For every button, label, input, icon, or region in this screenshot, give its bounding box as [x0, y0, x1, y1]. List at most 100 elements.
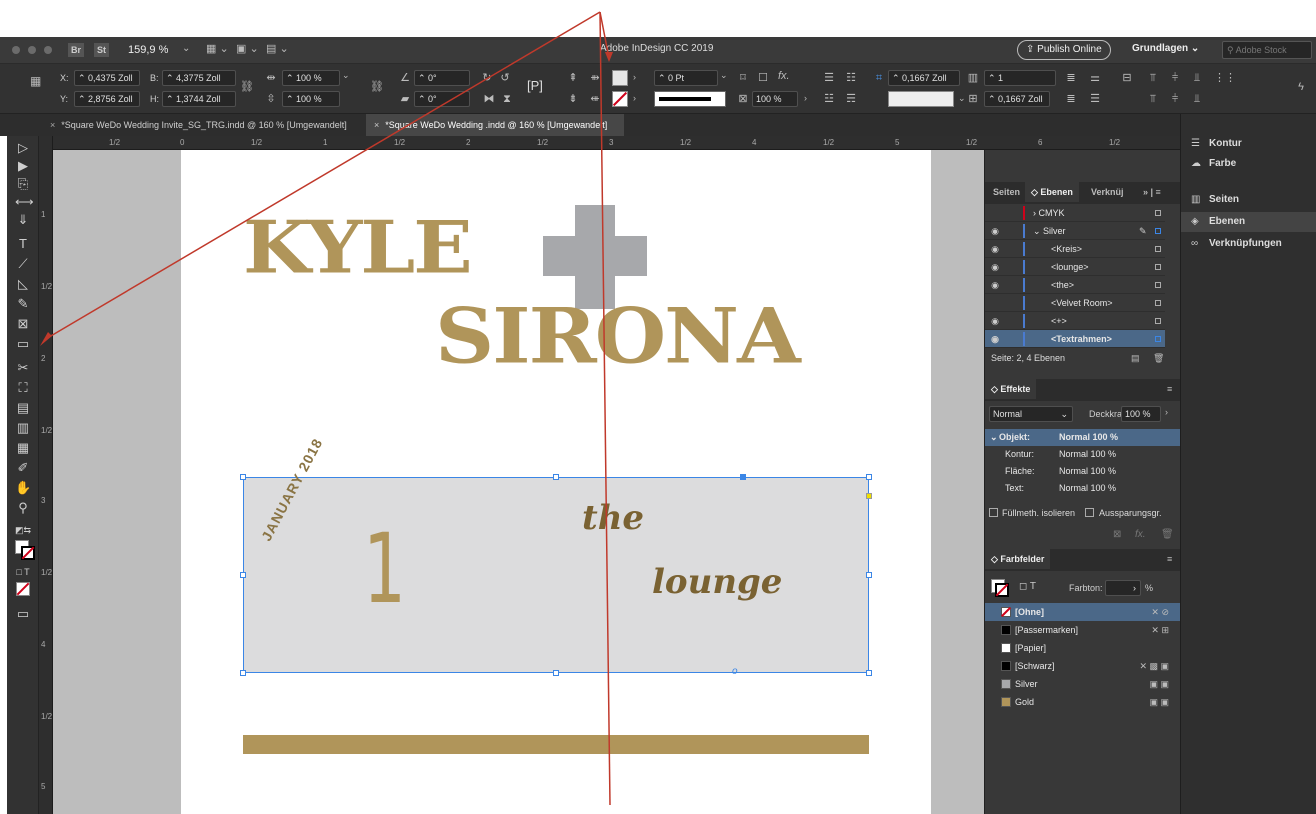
pen-tool-icon[interactable]: ◺ [15, 276, 31, 292]
trash-icon[interactable]: 🗑 [1153, 348, 1164, 368]
panel-menu-icon[interactable]: ≡ [1167, 549, 1172, 569]
eye-icon[interactable]: ◉ [989, 330, 1001, 348]
tab-farbfelder[interactable]: ◇ Farbfelder [985, 549, 1051, 569]
effect-row-object[interactable]: ⌄ Objekt: Normal 100 % [985, 429, 1181, 446]
reference-point-icon[interactable]: ▦ [30, 74, 46, 90]
stock-button[interactable]: St [94, 43, 109, 57]
shear-angle-field[interactable]: ⌃ 0° [414, 91, 470, 107]
align-center-icon[interactable]: ☷ [844, 71, 858, 85]
frame-fitting-icon[interactable]: ⌑ [736, 71, 750, 85]
vertical-justify-fill-icon[interactable]: ☰ [1088, 92, 1102, 106]
layer-row[interactable]: ◉ <the> [985, 276, 1165, 294]
direct-selection-tool-icon[interactable]: ▶ [15, 158, 31, 174]
constrain-scale-icon[interactable]: ⛓ [370, 80, 384, 94]
rectangle-tool-icon[interactable]: ▭ [15, 336, 31, 352]
layer-target-icon[interactable] [1155, 228, 1161, 234]
selection-handle[interactable] [553, 474, 559, 480]
panel-menu-icon[interactable]: » | ≡ [1143, 182, 1161, 202]
zoom-level[interactable]: 159,9 % [128, 43, 168, 57]
quick-apply-icon[interactable]: ϟ [1294, 80, 1308, 94]
tab-effekte[interactable]: ◇ Effekte [985, 379, 1037, 399]
layer-target-icon[interactable] [1155, 246, 1161, 252]
swatch-row-none[interactable]: [Ohne] ✕ ⊘ [985, 603, 1181, 621]
knockout-group-checkbox[interactable] [1085, 508, 1094, 517]
selection-handle[interactable] [740, 474, 746, 480]
dock-item-farbe[interactable]: ☁ Farbe [1191, 154, 1236, 174]
eyedropper-tool-icon[interactable]: ✐ [15, 460, 31, 476]
free-transform-tool-icon[interactable]: ⛶ [15, 380, 31, 396]
rotation-angle-field[interactable]: ⌃ 0° [414, 70, 470, 86]
flip-horizontal-icon[interactable]: ⧓ [482, 92, 496, 106]
vertical-justify-bottom-icon[interactable]: ≣ [1064, 92, 1078, 106]
columns-field[interactable]: ⌃ 1 [984, 70, 1056, 86]
chevron-down-icon[interactable]: ⌄ [958, 93, 966, 104]
fill-swatch[interactable] [612, 70, 628, 86]
window-close-button[interactable] [12, 46, 20, 54]
eye-icon[interactable]: ◉ [989, 312, 1001, 330]
selection-handle[interactable] [866, 572, 872, 578]
height-field[interactable]: ⌃ 1,3744 Zoll [162, 91, 236, 107]
layer-row[interactable]: ◉ <+> [985, 312, 1165, 330]
window-minimize-button[interactable] [28, 46, 36, 54]
formatting-affects-icon[interactable]: □ T [15, 564, 31, 580]
hand-tool-icon[interactable]: ✋ [15, 480, 31, 496]
effect-row-fill[interactable]: Fläche: Normal 100 % [985, 463, 1181, 480]
select-previous-icon[interactable]: ⇺ [588, 92, 602, 106]
scale-x-field[interactable]: ⌃ 100 % [282, 70, 340, 86]
dock-item-seiten[interactable]: ▥ Seiten [1191, 190, 1239, 210]
swatch-row-gold[interactable]: Gold ▣ ▣ [985, 693, 1181, 711]
close-tab-icon[interactable]: × [50, 120, 55, 130]
default-colors-icon[interactable]: ◩⇆ [15, 522, 31, 538]
selection-handle[interactable] [553, 670, 559, 676]
tint-field[interactable]: › [1105, 580, 1141, 596]
tab-verknuepfungen[interactable]: Verknüj [1091, 182, 1124, 202]
layer-target-icon[interactable] [1155, 336, 1161, 342]
stroke-weight-field[interactable]: ⌃ 0 Pt [654, 70, 718, 86]
scissors-tool-icon[interactable]: ✂ [15, 360, 31, 376]
stroke-type-select[interactable] [654, 91, 726, 107]
selection-tool-icon[interactable]: ▷ [15, 140, 31, 156]
panel-menu-icon[interactable]: ≡ [1167, 379, 1172, 399]
stroke-color-select[interactable] [888, 91, 954, 107]
eye-icon[interactable]: ◉ [989, 240, 1001, 258]
layer-target-icon[interactable] [1155, 264, 1161, 270]
workspace-switcher[interactable]: Grundlagen ⌄ [1132, 43, 1199, 54]
tab-seiten[interactable]: Seiten [993, 182, 1020, 202]
offset-bottom-field[interactable]: ⌃ 0,1667 Zoll [984, 91, 1050, 107]
align-bottom-edges-icon[interactable]: ⫫ [1190, 71, 1204, 85]
eye-icon[interactable]: ◉ [989, 276, 1001, 294]
stroke-none-swatch[interactable] [612, 91, 628, 107]
dock-item-ebenen[interactable]: ◈ Ebenen [1181, 212, 1316, 232]
constrain-proportions-icon[interactable]: ⛓ [240, 80, 254, 94]
line-tool-icon[interactable]: ⟋ [15, 256, 31, 272]
align-vertical-centers-icon[interactable]: ⫩ [1168, 71, 1182, 85]
scale-y-field[interactable]: ⌃ 100 % [282, 91, 340, 107]
fx-icon[interactable]: fx. [778, 70, 790, 82]
select-container-icon[interactable]: ⇞ [566, 71, 580, 85]
pencil-tool-icon[interactable]: ✎ [15, 296, 31, 312]
window-zoom-button[interactable] [44, 46, 52, 54]
layer-target-icon[interactable] [1155, 210, 1161, 216]
stroke-chevron-icon[interactable]: › [633, 93, 636, 103]
distribute-center-icon[interactable]: ⫩ [1168, 92, 1182, 106]
distribute-icon[interactable]: ☴ [844, 92, 858, 106]
effect-row-stroke[interactable]: Kontur: Normal 100 % [985, 446, 1181, 463]
opacity-field[interactable]: 100 % [752, 91, 798, 107]
fit-frame-icon[interactable]: ☐ [756, 71, 770, 85]
formatting-affects-icon[interactable]: ◻ T [1019, 581, 1036, 592]
content-collector-icon[interactable]: ⇓ [15, 212, 31, 228]
stroke-color-swatch[interactable] [21, 546, 35, 560]
selection-handle[interactable] [866, 474, 872, 480]
rotate-counterclockwise-icon[interactable]: ↺ [498, 71, 512, 85]
new-layer-icon[interactable]: ▤ [1131, 348, 1140, 368]
fill-chevron-icon[interactable]: › [633, 72, 636, 82]
swatch-row-black[interactable]: [Schwarz] ✕ ▩ ▣ [985, 657, 1181, 675]
tab-document-2[interactable]: × *Square WeDo Wedding .indd @ 160 % [Umg… [366, 114, 624, 136]
zoom-tool-icon[interactable]: ⚲ [15, 500, 31, 516]
effect-row-text[interactable]: Text: Normal 100 % [985, 480, 1181, 497]
screen-mode-icon[interactable]: ▣ ⌄ [236, 42, 259, 55]
content-grabber-icon[interactable]: o [732, 666, 738, 677]
eye-icon[interactable]: ◉ [989, 222, 1001, 240]
screen-mode-icon[interactable]: ▭ [15, 606, 31, 622]
distribute-spacing-icon[interactable]: ⋮⋮ [1214, 71, 1236, 85]
